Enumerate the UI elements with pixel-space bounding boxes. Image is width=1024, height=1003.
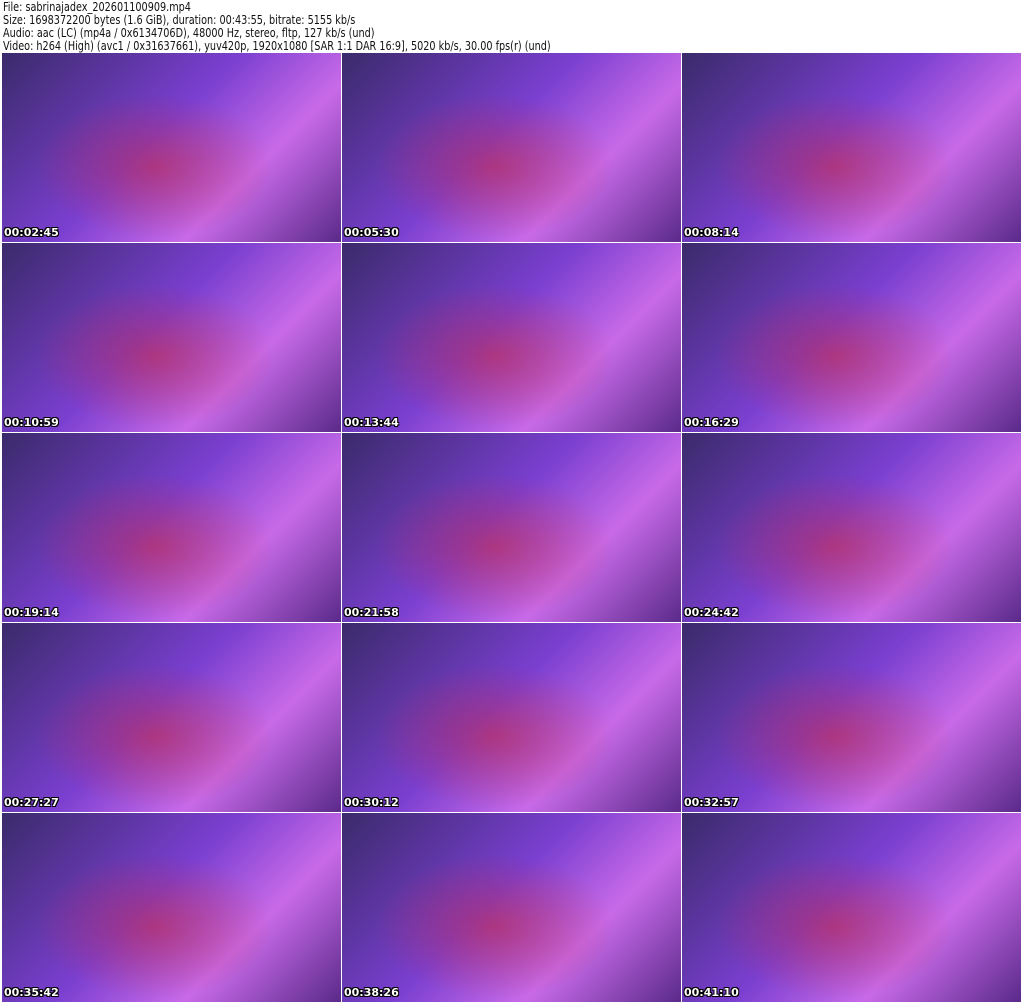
video-thumbnail: 00:32:57	[682, 623, 1021, 812]
video-thumbnail: 00:13:44	[342, 243, 681, 432]
thumbnail-timestamp: 00:16:29	[684, 416, 739, 429]
video-thumbnail: 00:38:26	[342, 813, 681, 1002]
thumbnail-image	[2, 243, 341, 432]
thumbnail-timestamp: 00:08:14	[684, 226, 739, 239]
thumbnail-timestamp: 00:10:59	[4, 416, 59, 429]
thumbnail-timestamp: 00:05:30	[344, 226, 399, 239]
thumbnail-image	[682, 243, 1021, 432]
thumbnail-timestamp: 00:38:26	[344, 986, 399, 999]
thumbnail-image	[342, 53, 681, 242]
thumbnail-timestamp: 00:02:45	[4, 226, 59, 239]
thumbnail-timestamp: 00:24:42	[684, 606, 739, 619]
thumbnail-image	[2, 623, 341, 812]
thumbnail-grid: 00:02:45 00:05:30 00:08:14 00:10:59 00:13:44…	[2, 53, 1022, 1002]
thumbnail-image	[342, 813, 681, 1002]
thumbnail-timestamp: 00:27:27	[4, 796, 59, 809]
video-info: Video: h264 (High) (avc1 / 0x31637661), …	[3, 38, 551, 53]
thumbnail-image	[342, 433, 681, 622]
thumbnail-image	[342, 243, 681, 432]
video-thumbnail: 00:02:45	[2, 53, 341, 242]
video-thumbnail: 00:27:27	[2, 623, 341, 812]
thumbnail-timestamp: 00:13:44	[344, 416, 399, 429]
video-thumbnail: 00:30:12	[342, 623, 681, 812]
thumbnail-image	[682, 623, 1021, 812]
video-thumbnail: 00:10:59	[2, 243, 341, 432]
video-thumbnail: 00:16:29	[682, 243, 1021, 432]
video-thumbnail: 00:08:14	[682, 53, 1021, 242]
thumbnail-image	[682, 433, 1021, 622]
thumbnail-image	[2, 433, 341, 622]
video-thumbnail: 00:21:58	[342, 433, 681, 622]
video-thumbnail: 00:41:10	[682, 813, 1021, 1002]
thumbnail-timestamp: 00:30:12	[344, 796, 399, 809]
file-info-header: File: sabrinajadex_202601100909.mp4 Size…	[3, 0, 551, 52]
video-thumbnail: 00:35:42	[2, 813, 341, 1002]
thumbnail-timestamp: 00:35:42	[4, 986, 59, 999]
video-thumbnail: 00:05:30	[342, 53, 681, 242]
video-thumbnail: 00:19:14	[2, 433, 341, 622]
thumbnail-timestamp: 00:32:57	[684, 796, 739, 809]
thumbnail-timestamp: 00:41:10	[684, 986, 739, 999]
thumbnail-timestamp: 00:21:58	[344, 606, 399, 619]
thumbnail-image	[2, 53, 341, 242]
thumbnail-image	[2, 813, 341, 1002]
thumbnail-image	[682, 53, 1021, 242]
video-thumbnail: 00:24:42	[682, 433, 1021, 622]
thumbnail-timestamp: 00:19:14	[4, 606, 59, 619]
thumbnail-image	[682, 813, 1021, 1002]
thumbnail-image	[342, 623, 681, 812]
